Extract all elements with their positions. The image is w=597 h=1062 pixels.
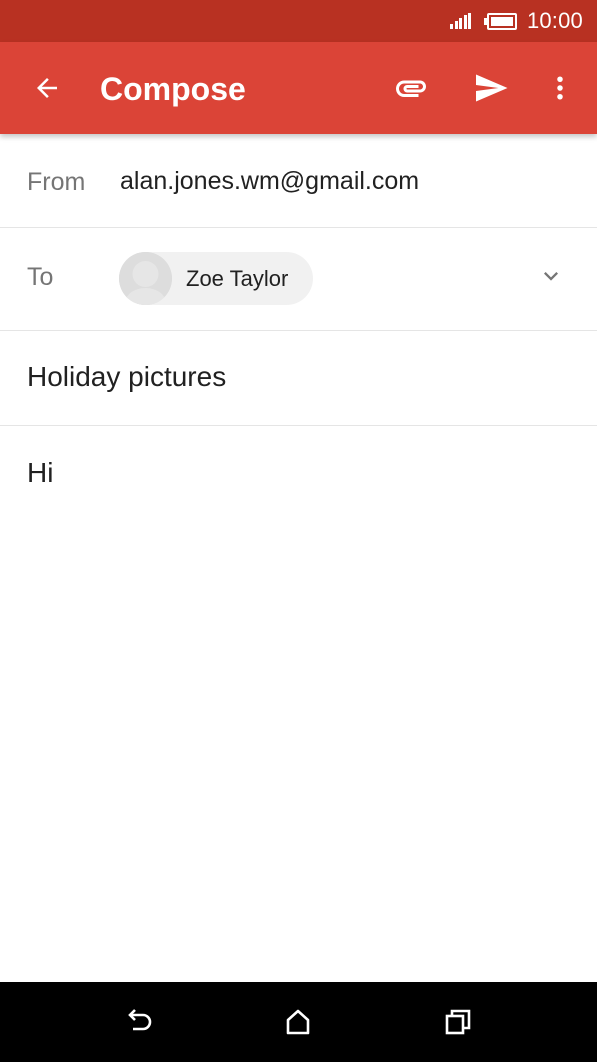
chevron-down-icon[interactable]	[527, 252, 575, 300]
page-title: Compose	[100, 71, 246, 107]
from-account-value[interactable]: alan.jones.wm@gmail.com	[120, 167, 419, 196]
more-vert-icon[interactable]	[540, 64, 580, 112]
back-icon[interactable]	[115, 998, 163, 1046]
recent-apps-icon[interactable]	[434, 998, 482, 1046]
app-bar: Compose	[0, 42, 597, 134]
signal-icon	[450, 13, 473, 29]
body-field[interactable]: Hi	[27, 457, 567, 489]
home-icon[interactable]	[274, 998, 322, 1046]
to-label: To	[27, 263, 54, 291]
back-arrow-icon[interactable]	[20, 64, 74, 112]
battery-icon	[483, 12, 517, 30]
status-icons: 10:00	[450, 0, 583, 42]
subject-row[interactable]: Holiday pictures	[0, 331, 597, 426]
from-row[interactable]: From alan.jones.wm@gmail.com	[0, 134, 597, 228]
from-label: From	[27, 168, 86, 196]
clock: 10:00	[526, 8, 583, 33]
status-bar: 10:00	[0, 0, 597, 42]
nav-bar	[0, 982, 597, 1062]
send-icon[interactable]	[463, 64, 519, 112]
recipient-chip[interactable]: Zoe Taylor	[119, 252, 313, 305]
paperclip-icon[interactable]	[384, 64, 438, 112]
to-row[interactable]: To Zoe Taylor	[0, 228, 597, 331]
subject-field[interactable]: Holiday pictures	[27, 361, 226, 393]
recipient-name: Zoe Taylor	[186, 266, 289, 291]
avatar	[119, 252, 172, 305]
